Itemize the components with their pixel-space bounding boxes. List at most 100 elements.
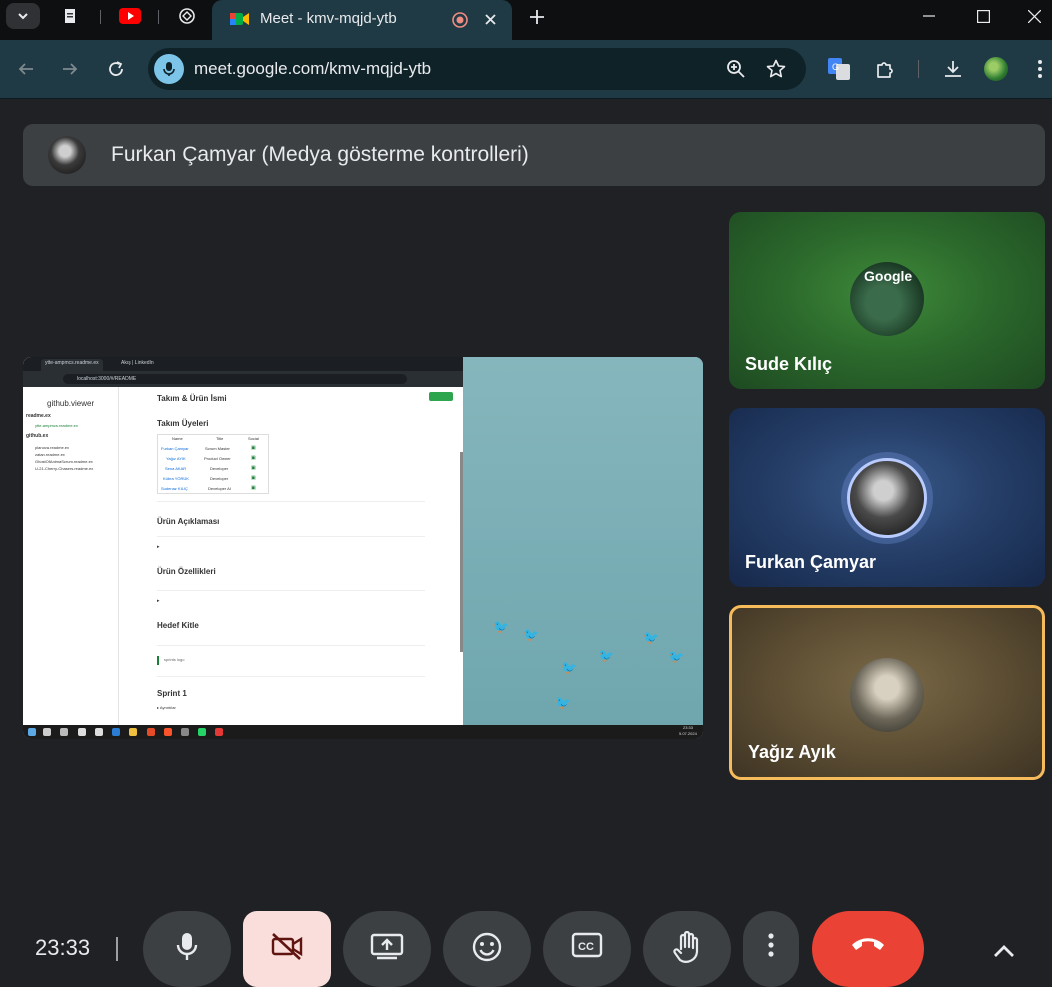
task-icon (78, 728, 86, 736)
minimize-button[interactable] (906, 0, 952, 32)
reload-icon (109, 61, 123, 76)
minimize-icon (923, 15, 935, 17)
participant-tile-yagiz[interactable]: Yağız Ayık (729, 605, 1045, 780)
sidebar-item: ytte-ampmcs.readme.ex (35, 423, 78, 428)
participant-avatar: Google (850, 262, 924, 336)
shared-tab: Akış | LinkedIn (121, 360, 154, 366)
more-vertical-icon (768, 933, 774, 957)
bookmark-button[interactable] (764, 57, 788, 81)
members-heading: Takım Üyeleri (157, 419, 209, 428)
sidebar-title: github.viewer (47, 399, 95, 408)
participant-name: Furkan Çamyar (745, 552, 877, 572)
task-icon (215, 728, 223, 736)
svg-text:G: G (832, 62, 839, 72)
bird-icon: 🐦 (668, 649, 685, 664)
participant-tile-sude[interactable]: Google Sude Kılıç (729, 212, 1045, 389)
table-cell: Developer (210, 466, 229, 471)
raise-hand-button[interactable] (643, 911, 731, 987)
chatgpt-icon (179, 8, 195, 24)
table-icon: ▣ (251, 475, 256, 481)
more-vertical-icon (1038, 60, 1042, 78)
shared-url: localhost:3000/#/README (63, 374, 407, 384)
taskbar-date: 5.07.2024 (679, 731, 697, 736)
sidebar-item: planova.readme.ex (35, 445, 70, 450)
tab-document[interactable] (50, 4, 90, 28)
window-close-button[interactable] (1016, 0, 1052, 32)
present-screen-icon (370, 933, 404, 960)
svg-text:CC: CC (578, 941, 594, 953)
close-icon (1027, 9, 1041, 23)
new-tab-button[interactable] (524, 4, 550, 30)
address-bar[interactable]: meet.google.com/kmv-mqjd-ytb (148, 48, 806, 90)
desktop-wallpaper: 🐦 🐦 🐦 🐦 🐦 🐦 🐦 (463, 357, 703, 727)
downloads-button[interactable] (940, 56, 966, 82)
bird-icon: 🐦 (561, 660, 578, 675)
divider (157, 590, 425, 591)
emoji-icon (472, 932, 502, 962)
tab-meet-active[interactable]: Meet - kmv-mqjd-ytb (212, 0, 512, 40)
present-button[interactable] (343, 911, 431, 987)
bird-icon: 🐦 (643, 630, 660, 645)
sidebar-item: U-21-Cherry-Chasers.readme.ex (35, 466, 94, 471)
participant-tile-furkan[interactable]: Furkan Çamyar (729, 408, 1045, 587)
table-cell: Developer (210, 476, 229, 481)
plus-icon (530, 10, 544, 24)
shared-tab: ytte-ampmcs.readme.ex (41, 359, 103, 371)
participant-avatar (847, 458, 927, 538)
tab-youtube[interactable] (110, 4, 150, 28)
tab-search-button[interactable] (6, 3, 40, 29)
expand-button[interactable] (986, 933, 1022, 969)
scrollbar[interactable] (460, 452, 463, 652)
tab-chatgpt[interactable] (167, 4, 207, 28)
maximize-button[interactable] (960, 0, 1006, 32)
clock-separator (116, 937, 118, 961)
shared-browser-window: ytte-ampmcs.readme.ex Akış | LinkedIn lo… (23, 357, 463, 725)
sprint-details: ▸ Ayrıntılar (157, 705, 176, 710)
reload-button[interactable] (101, 54, 131, 84)
readme-badge (429, 392, 453, 401)
end-call-icon (852, 938, 884, 950)
google-translate-button[interactable]: G (826, 56, 852, 82)
brave-icon (164, 728, 172, 736)
chrome-icon (147, 728, 155, 736)
microphone-button[interactable] (143, 911, 231, 987)
bird-icon: 🐦 (493, 619, 510, 634)
back-button[interactable] (11, 54, 41, 84)
captions-button[interactable]: CC (543, 911, 631, 987)
presenter-banner[interactable]: Furkan Çamyar (Medya gösterme kontroller… (23, 124, 1045, 186)
shared-tab-strip: ytte-ampmcs.readme.ex Akış | LinkedIn (23, 357, 463, 371)
arrow-left-icon (18, 63, 33, 75)
site-info-button[interactable] (154, 54, 184, 84)
table-header: Social (248, 436, 259, 441)
camera-button[interactable] (243, 911, 331, 987)
sidebar-item: GhostOfAnimaScrum.readme.ex (35, 459, 93, 464)
bird-icon: 🐦 (598, 648, 615, 663)
chevron-up-icon (994, 945, 1014, 957)
browser-toolbar: meet.google.com/kmv-mqjd-ytb G (0, 40, 1052, 99)
extensions-button[interactable] (872, 56, 898, 82)
presenter-avatar (48, 136, 86, 174)
microphone-icon (163, 62, 175, 76)
sidebar-heading: github.ex (26, 433, 49, 439)
sprints-note: sprints logo (164, 657, 185, 662)
sprint-heading: Sprint 1 (157, 689, 187, 698)
profile-button[interactable] (983, 56, 1009, 82)
forward-button[interactable] (55, 54, 85, 84)
table-cell: Furkan Çamyar (161, 446, 189, 451)
shared-screen[interactable]: 🐦 🐦 🐦 🐦 🐦 🐦 🐦 ytte-ampmcs.readme.ex Akış… (23, 357, 703, 739)
table-cell: Scrum Master (205, 446, 230, 451)
presenter-banner-text: Furkan Çamyar (Medya gösterme kontroller… (111, 143, 529, 166)
leave-call-button[interactable] (812, 911, 924, 987)
reactions-button[interactable] (443, 911, 531, 987)
section-heading: Hedef Kitle (157, 621, 199, 630)
microphone-icon (176, 933, 198, 960)
url-text[interactable]: meet.google.com/kmv-mqjd-ytb (194, 59, 431, 79)
shared-address-bar: localhost:3000/#/README (23, 371, 463, 387)
task-icon (181, 728, 189, 736)
task-icon (95, 728, 103, 736)
close-tab-icon[interactable] (484, 13, 497, 26)
more-options-button[interactable] (743, 911, 799, 987)
zoom-button[interactable] (724, 57, 748, 81)
chrome-menu-button[interactable] (1030, 56, 1050, 82)
maximize-icon (976, 9, 990, 23)
